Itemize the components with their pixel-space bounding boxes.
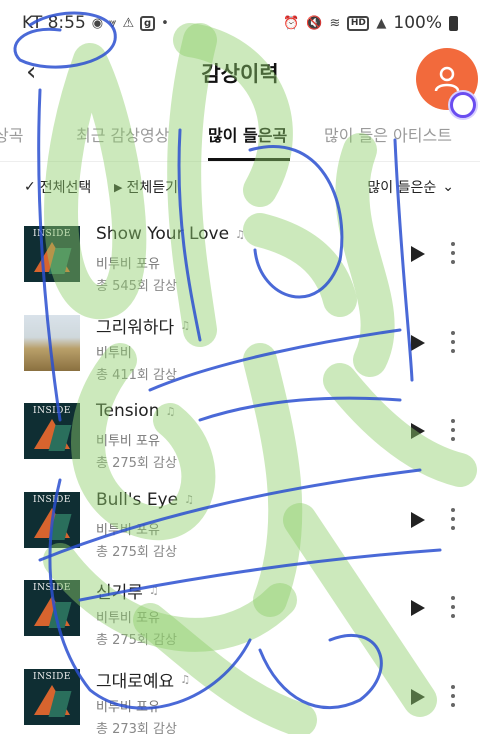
song-title: 그대로예요	[96, 671, 175, 692]
more-options-icon[interactable]	[448, 684, 458, 707]
signal-icon: ⩔	[109, 15, 117, 31]
person-icon	[434, 66, 460, 92]
play-all-button[interactable]: ▶ 전체듣기	[114, 177, 178, 197]
song-artist: 비투비 포유	[96, 257, 160, 272]
more-options-icon[interactable]	[448, 419, 458, 441]
action-row: ✓ 전체선택 ▶ 전체듣기 많이 들은순 ⌄	[0, 170, 480, 204]
song-title-wrap: Tension ♫	[96, 401, 175, 421]
song-title: Tension	[96, 401, 160, 421]
g-icon: g	[140, 15, 156, 31]
sort-dropdown[interactable]: 많이 들은순 ⌄	[367, 177, 454, 197]
lyrics-icon: ♫	[165, 404, 176, 418]
album-art-label: INSIDE	[33, 583, 71, 593]
album-art: INSIDE	[24, 403, 80, 459]
select-all-button[interactable]: ✓ 전체선택	[24, 177, 91, 197]
song-artist: 비투비 포유	[96, 611, 160, 626]
play-button[interactable]	[410, 246, 426, 262]
play-button[interactable]	[410, 600, 426, 616]
more-options-icon[interactable]	[448, 596, 458, 618]
chevron-down-icon: ⌄	[442, 179, 454, 195]
tab-most-played-songs[interactable]: 많이 들은곡	[208, 122, 287, 146]
play-button[interactable]	[410, 334, 426, 351]
select-all-label: 전체선택	[39, 180, 92, 196]
status-bar: KT 8:55 ◉ ⩔ ⚠ g • ⏰ 🔇 ≋ HD ▲ 100%	[0, 0, 480, 46]
song-title: Bull's Eye	[96, 489, 179, 510]
album-art-label: INSIDE	[33, 494, 71, 505]
album-art: INSIDE	[24, 668, 80, 725]
song-title-wrap: Show Your Love ♫	[96, 224, 245, 244]
song-title-wrap: 신기루 ♫	[96, 578, 159, 603]
check-icon: ✓	[24, 179, 36, 195]
song-play-count: 총 275회 감상	[96, 633, 177, 648]
song-title-wrap: Bull's Eye ♫	[96, 490, 194, 510]
song-play-count: 총 275회 감상	[96, 544, 177, 560]
song-title: Show Your Love	[96, 224, 230, 244]
song-list: INSIDE Show Your Love ♫ 비투비 포유 총 545회 감상…	[0, 212, 480, 734]
more-options-icon[interactable]	[448, 242, 458, 264]
song-row[interactable]: 그리워하다 ♫ 비투비 총 411회 감상	[0, 301, 480, 390]
status-left: KT 8:55 ◉ ⩔ ⚠ g •	[22, 13, 169, 33]
song-play-count: 총 545회 감상	[96, 279, 177, 294]
song-title: 그리워하다	[96, 317, 175, 338]
more-options-icon[interactable]	[448, 507, 458, 530]
header: ‹ 감상이력	[0, 46, 480, 118]
tab-recent-video[interactable]: 최근 감상영상	[76, 122, 169, 146]
song-artist: 비투비	[96, 345, 132, 361]
album-art-label: INSIDE	[33, 406, 71, 416]
alarm-icon: ⏰	[283, 15, 300, 31]
play-icon: ▶	[114, 180, 123, 194]
album-art-label: INSIDE	[33, 671, 71, 682]
play-all-label: 전체듣기	[126, 180, 178, 196]
album-art: INSIDE	[24, 491, 80, 548]
tab-recent-song[interactable]: 상곡	[0, 122, 23, 146]
song-title: 신기루	[96, 583, 143, 603]
song-title-wrap: 그리워하다 ♫	[96, 313, 190, 338]
tab-bar: 상곡 최근 감상영상 많이 들은곡 많이 들은 아티스트	[0, 110, 480, 162]
lyrics-icon: ♫	[148, 584, 159, 597]
album-art: INSIDE	[24, 226, 80, 282]
dot-indicator: •	[161, 15, 169, 31]
song-artist: 비투비 포유	[96, 522, 160, 538]
wifi-icon: ≋	[329, 15, 341, 31]
song-row[interactable]: INSIDE Tension ♫ 비투비 포유 총 275회 감상	[0, 389, 480, 478]
play-button[interactable]	[410, 423, 426, 439]
battery-icon	[449, 15, 458, 31]
alert-icon: ⚠	[122, 15, 135, 31]
more-options-icon[interactable]	[448, 330, 458, 353]
carrier-time: KT 8:55	[22, 13, 86, 33]
song-row[interactable]: INSIDE Show Your Love ♫ 비투비 포유 총 545회 감상	[0, 212, 480, 301]
sort-label: 많이 들은순	[367, 180, 437, 196]
hd-icon: HD	[347, 15, 370, 31]
song-row[interactable]: INSIDE Bull's Eye ♫ 비투비 포유 총 275회 감상	[0, 478, 480, 567]
song-artist: 비투비 포유	[96, 699, 160, 715]
song-play-count: 총 411회 감상	[96, 367, 177, 383]
mute-icon: 🔇	[306, 15, 323, 31]
battery-text: 100%	[393, 13, 442, 33]
status-right: ⏰ 🔇 ≋ HD ▲ 100%	[283, 13, 458, 33]
song-play-count: 총 275회 감상	[96, 456, 177, 471]
play-button[interactable]	[410, 511, 426, 528]
cell-signal-icon: ▲	[376, 15, 387, 31]
app-icon: ◉	[91, 15, 104, 31]
lyrics-icon: ♫	[180, 318, 191, 332]
lyrics-icon: ♫	[180, 672, 191, 686]
song-play-count: 총 273회 감상	[96, 721, 177, 734]
active-tab-indicator	[208, 158, 290, 161]
song-artist: 비투비 포유	[96, 434, 160, 449]
play-button[interactable]	[410, 688, 426, 705]
song-row[interactable]: INSIDE 그대로예요 ♫ 비투비 포유 총 273회 감상	[0, 655, 480, 734]
tab-most-played-artists[interactable]: 많이 들은 아티스트	[324, 122, 452, 146]
album-art	[24, 314, 80, 371]
album-art-label: INSIDE	[33, 229, 71, 239]
page-title: 감상이력	[201, 62, 279, 86]
lyrics-icon: ♫	[235, 227, 245, 241]
song-row[interactable]: INSIDE 신기루 ♫ 비투비 포유 총 275회 감상	[0, 566, 480, 655]
lyrics-icon: ♫	[184, 493, 194, 506]
album-art: INSIDE	[24, 580, 80, 636]
song-title-wrap: 그대로예요 ♫	[96, 667, 190, 692]
